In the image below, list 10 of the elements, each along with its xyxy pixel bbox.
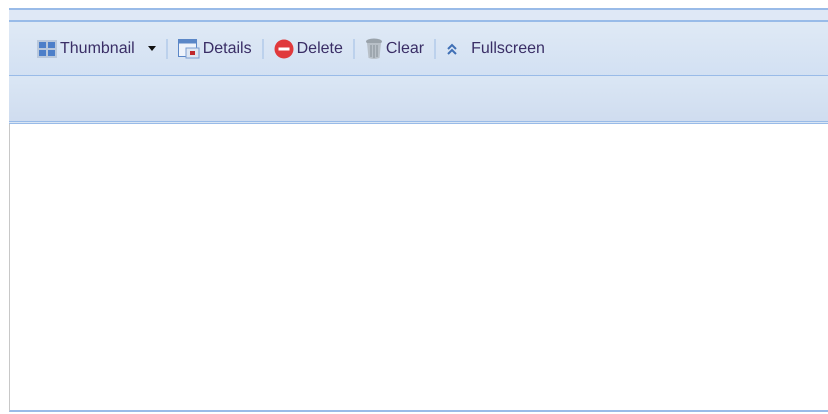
minus-circle-icon [274, 38, 294, 58]
calendar-icon [178, 38, 200, 58]
toolbar-button[interactable]: Details [174, 36, 256, 60]
trash-can-icon [364, 38, 383, 60]
toolbar-button[interactable]: Clear [360, 36, 428, 62]
grid-icon [37, 40, 57, 58]
toolbar-button[interactable]: Thumbnail [33, 36, 160, 60]
toolbar-button[interactable]: Delete [270, 36, 347, 60]
toolbar-button[interactable]: Fullscreen [442, 36, 549, 60]
double-chevron-up-icon [446, 42, 458, 54]
